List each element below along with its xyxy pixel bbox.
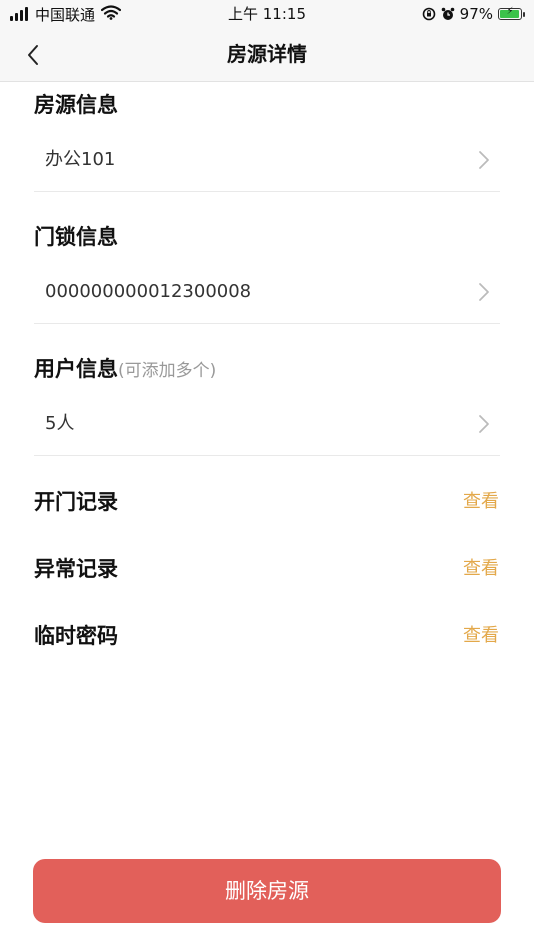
orientation-lock-icon [422,7,436,21]
exception-records-view-link[interactable]: 查看 [463,549,499,589]
exception-records-row: 异常记录 查看 [34,549,500,589]
users-section-title: 用户信息(可添加多个) [34,354,216,386]
house-row[interactable]: 办公101 [34,128,500,192]
temp-password-row: 临时密码 查看 [34,616,500,656]
status-bar: 中国联通 上午 11:15 97% ⚡ [0,0,534,28]
chevron-right-icon [479,415,489,433]
users-row[interactable]: 5人 [34,392,500,456]
users-section-label: 用户信息 [34,357,118,381]
users-value: 5人 [45,413,75,434]
battery-icon: ⚡ [498,6,525,20]
nav-bar: 房源详情 [0,28,534,82]
unlock-records-row: 开门记录 查看 [34,482,500,522]
page-title: 房源详情 [227,42,307,66]
house-value: 办公101 [45,149,116,170]
exception-records-label: 异常记录 [34,557,118,581]
house-section-title: 房源信息 [34,93,118,117]
temp-password-view-link[interactable]: 查看 [463,616,499,656]
temp-password-label: 临时密码 [34,624,118,648]
delete-house-button[interactable]: 删除房源 [33,859,501,923]
unlock-records-label: 开门记录 [34,490,118,514]
chevron-right-icon [479,151,489,169]
lock-row[interactable]: 000000000012300008 [34,260,500,324]
lock-section-title: 门锁信息 [34,225,118,249]
alarm-icon [441,7,455,21]
users-section-hint: (可添加多个) [118,361,217,381]
charging-bolt-icon: ⚡ [506,6,514,17]
unlock-records-view-link[interactable]: 查看 [463,482,499,522]
status-right: 97% ⚡ [422,3,525,25]
lock-value: 000000000012300008 [45,281,252,302]
battery-percent: 97% [459,5,493,23]
chevron-right-icon [479,283,489,301]
